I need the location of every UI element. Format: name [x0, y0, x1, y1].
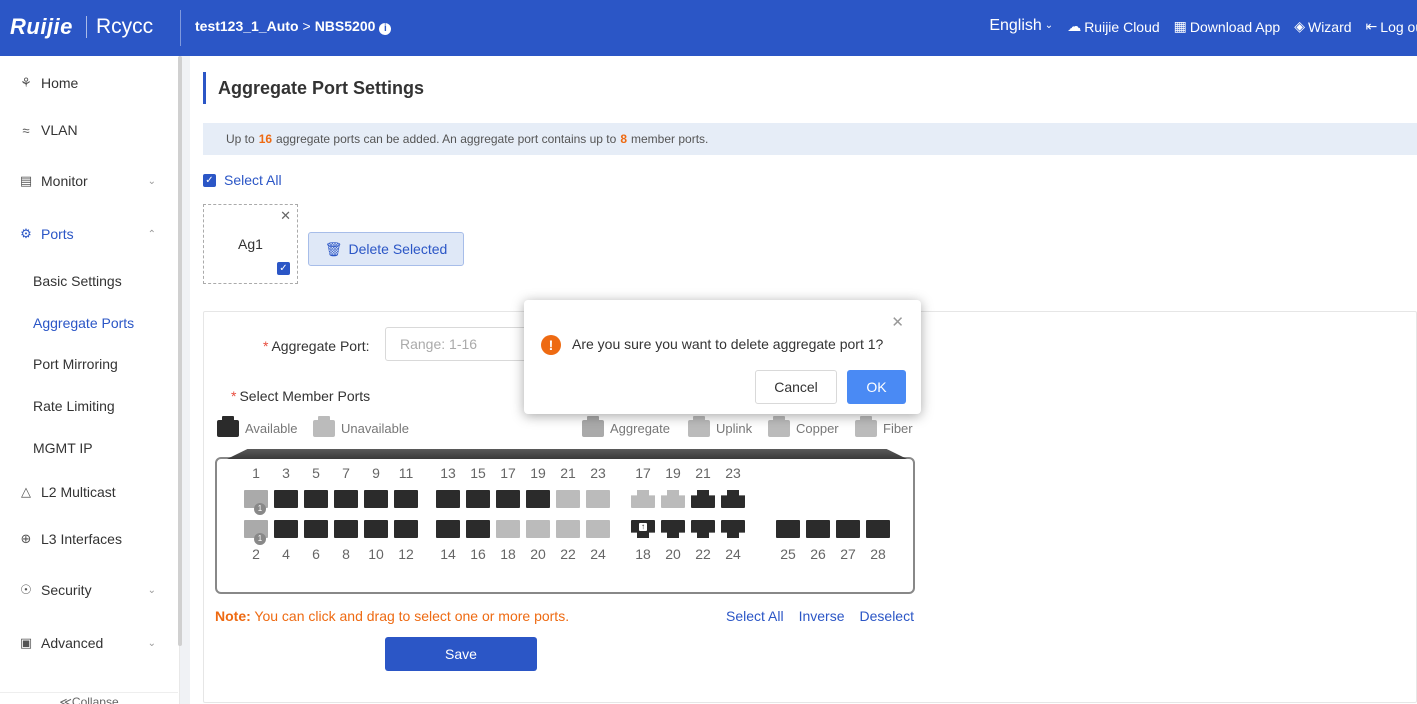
cancel-button[interactable]: Cancel: [755, 370, 837, 404]
ok-button[interactable]: OK: [847, 370, 906, 404]
confirm-delete-dialog: ✕ ! Are you sure you want to delete aggr…: [524, 300, 921, 414]
close-icon[interactable]: ✕: [891, 313, 904, 331]
warning-icon: !: [541, 335, 561, 355]
dialog-message: Are you sure you want to delete aggregat…: [572, 336, 884, 352]
